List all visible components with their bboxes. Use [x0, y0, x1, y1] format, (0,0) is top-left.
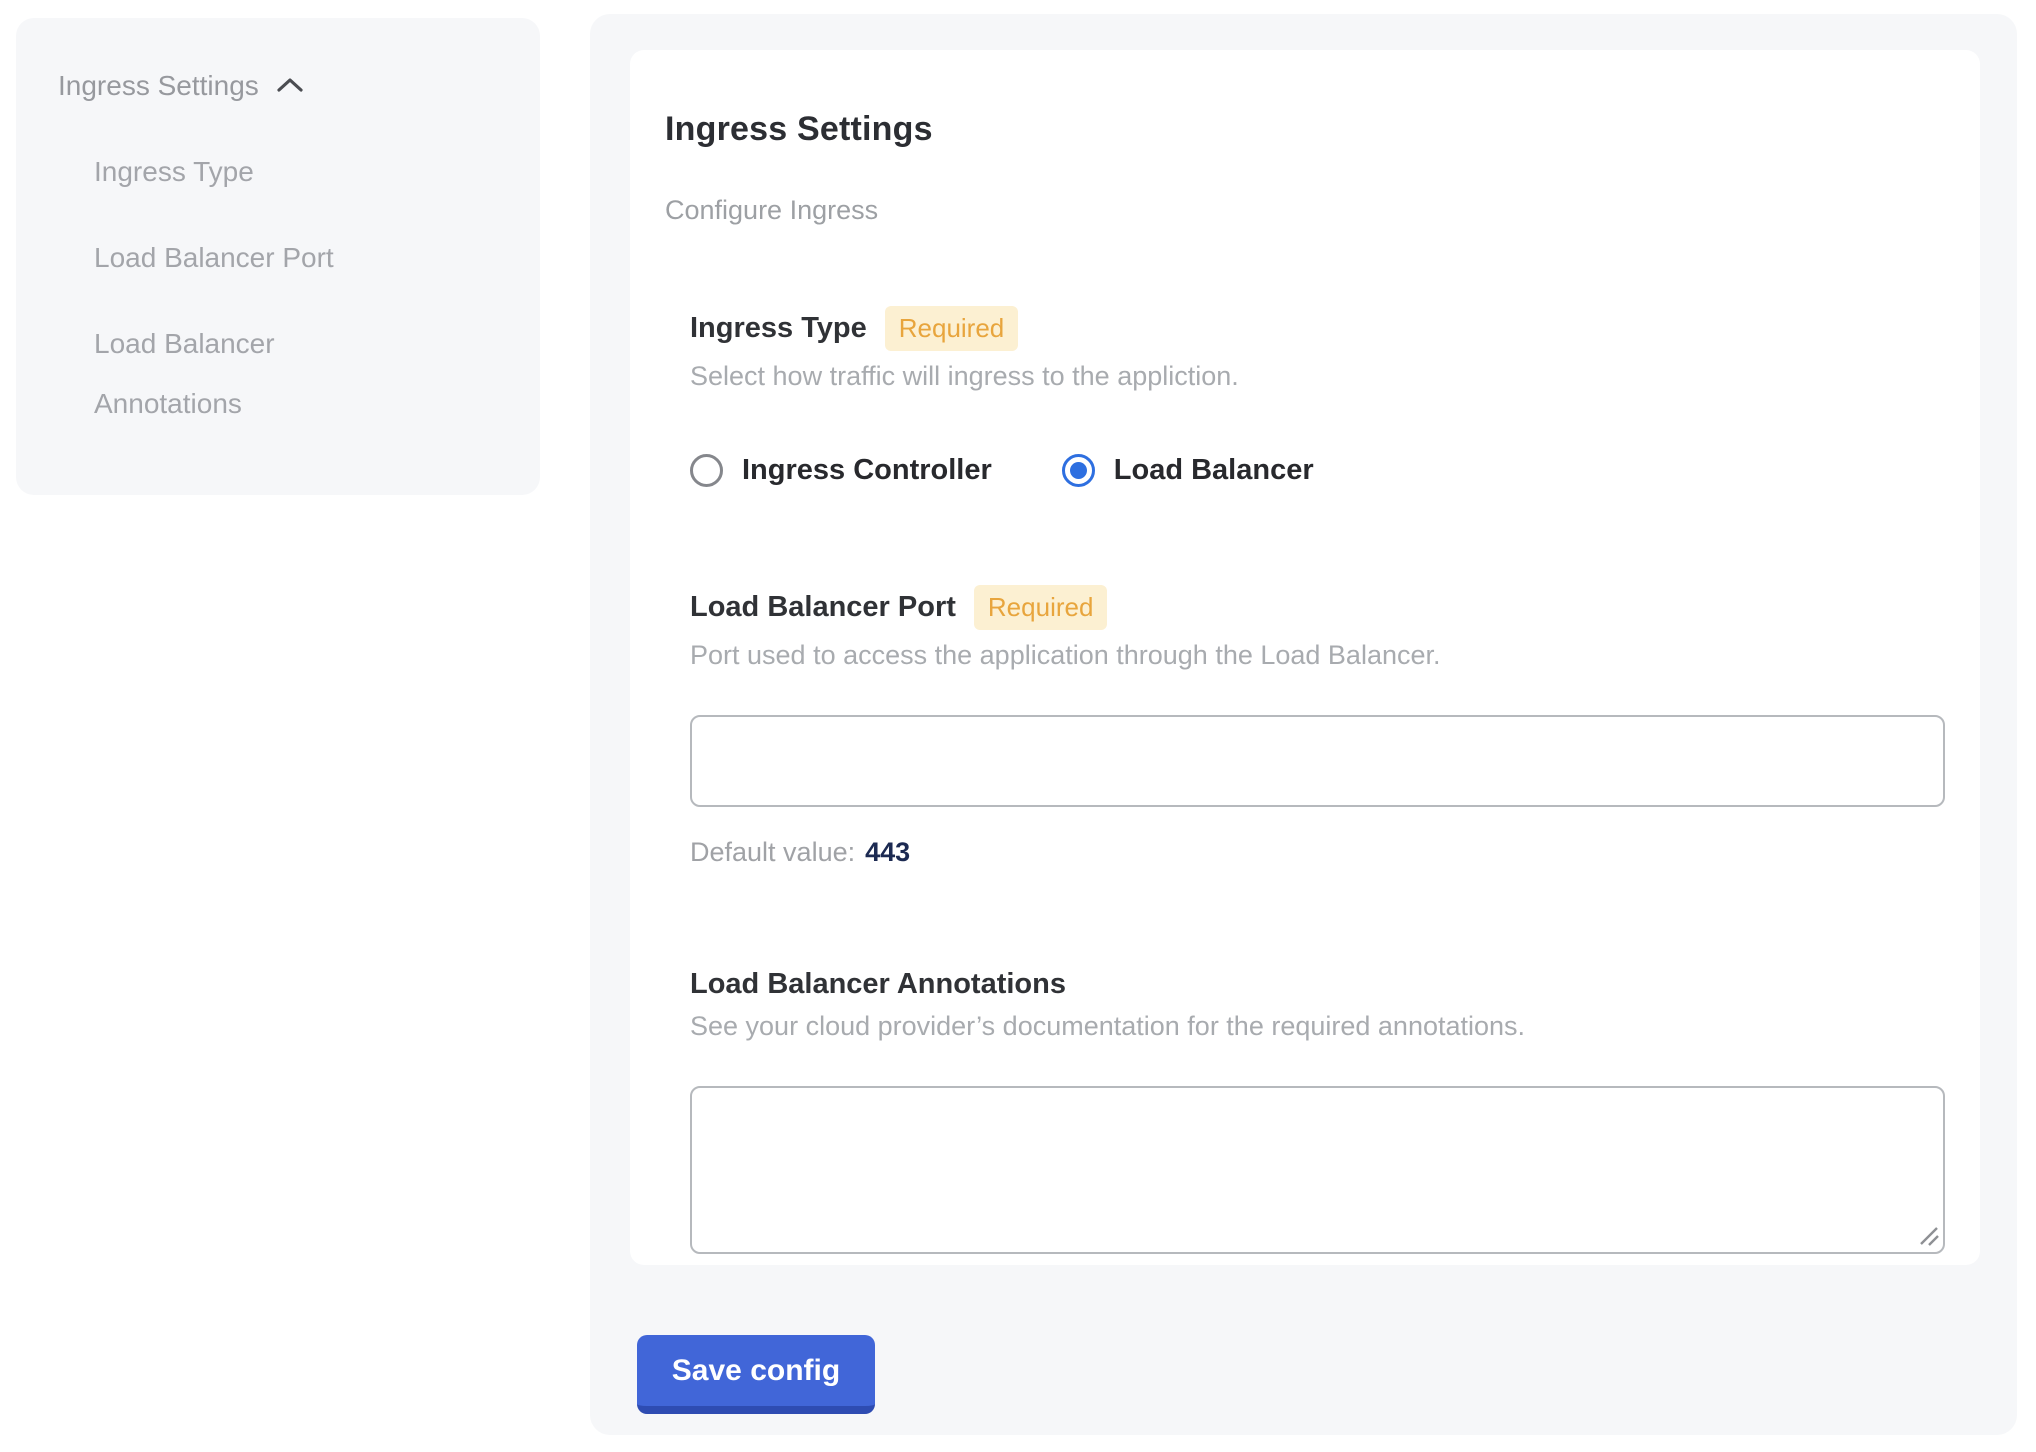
main-panel: Ingress Settings Configure Ingress Ingre…: [590, 14, 2017, 1435]
section-load-balancer-annotations: Load Balancer Annotations See your cloud…: [690, 968, 1945, 1254]
section-load-balancer-port: Load Balancer Port Required Port used to…: [690, 585, 1945, 868]
load-balancer-port-input[interactable]: [690, 715, 1945, 807]
chevron-up-icon: [275, 76, 305, 96]
page-subtitle: Configure Ingress: [665, 195, 1945, 226]
sidebar-item-load-balancer-port[interactable]: Load Balancer Port: [94, 228, 379, 288]
sidebar-item-ingress-type[interactable]: Ingress Type: [94, 142, 379, 202]
radio-label: Load Balancer: [1114, 454, 1314, 487]
default-value-line: Default value: 443: [690, 837, 1945, 868]
ingress-type-radio-group: Ingress Controller Load Balancer: [690, 454, 1945, 487]
radio-label: Ingress Controller: [742, 454, 992, 487]
page-title: Ingress Settings: [665, 110, 1945, 149]
default-value: 443: [865, 837, 910, 867]
section-description: Select how traffic will ingress to the a…: [690, 361, 1945, 392]
default-value-label: Default value:: [690, 837, 855, 867]
resize-grip-icon[interactable]: [1918, 1225, 1940, 1247]
radio-circle-icon: [690, 454, 723, 487]
section-title-load-balancer-port: Load Balancer Port: [690, 591, 956, 624]
save-config-button[interactable]: Save config: [637, 1335, 875, 1414]
ingress-settings-card: Ingress Settings Configure Ingress Ingre…: [630, 50, 1980, 1265]
required-badge: Required: [885, 306, 1019, 351]
section-description: See your cloud provider’s documentation …: [690, 1011, 1945, 1042]
sidebar-section-label: Ingress Settings: [58, 56, 259, 116]
radio-circle-icon: [1062, 454, 1095, 487]
section-title-load-balancer-annotations: Load Balancer Annotations: [690, 968, 1066, 1001]
settings-sidebar: Ingress Settings Ingress Type Load Balan…: [16, 18, 540, 495]
sidebar-section-ingress-settings[interactable]: Ingress Settings: [58, 56, 500, 116]
section-description: Port used to access the application thro…: [690, 640, 1945, 671]
sidebar-item-load-balancer-annotations[interactable]: Load Balancer Annotations: [94, 314, 379, 434]
section-title-ingress-type: Ingress Type: [690, 312, 867, 345]
radio-load-balancer[interactable]: Load Balancer: [1062, 454, 1314, 487]
section-ingress-type: Ingress Type Required Select how traffic…: [690, 306, 1945, 487]
load-balancer-annotations-textarea[interactable]: [690, 1086, 1945, 1254]
sidebar-item-list: Ingress Type Load Balancer Port Load Bal…: [58, 142, 500, 434]
required-badge: Required: [974, 585, 1108, 630]
radio-ingress-controller[interactable]: Ingress Controller: [690, 454, 992, 487]
